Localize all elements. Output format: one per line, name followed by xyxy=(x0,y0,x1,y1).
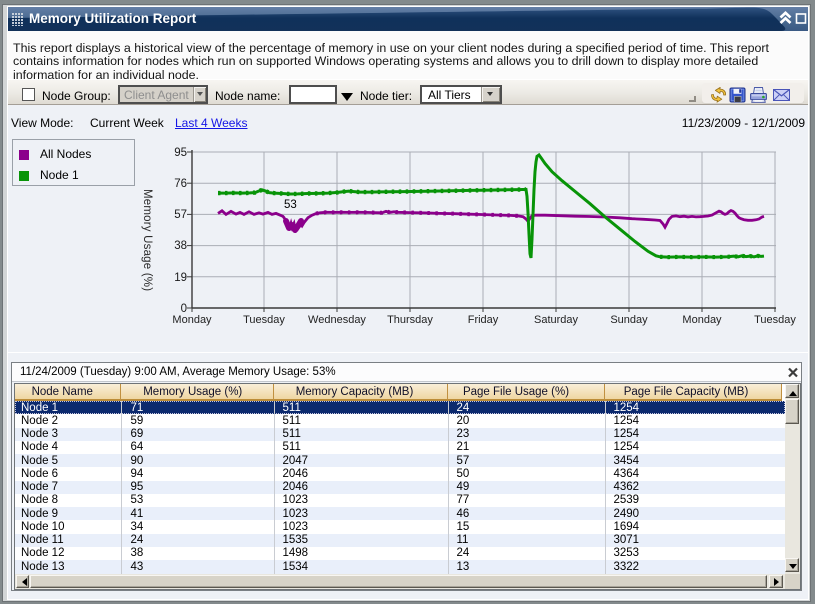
svg-text:38: 38 xyxy=(174,240,187,252)
svg-text:57: 57 xyxy=(174,209,187,221)
svg-text:76: 76 xyxy=(174,178,187,190)
svg-text:19: 19 xyxy=(174,272,187,284)
svg-text:95: 95 xyxy=(174,147,187,159)
